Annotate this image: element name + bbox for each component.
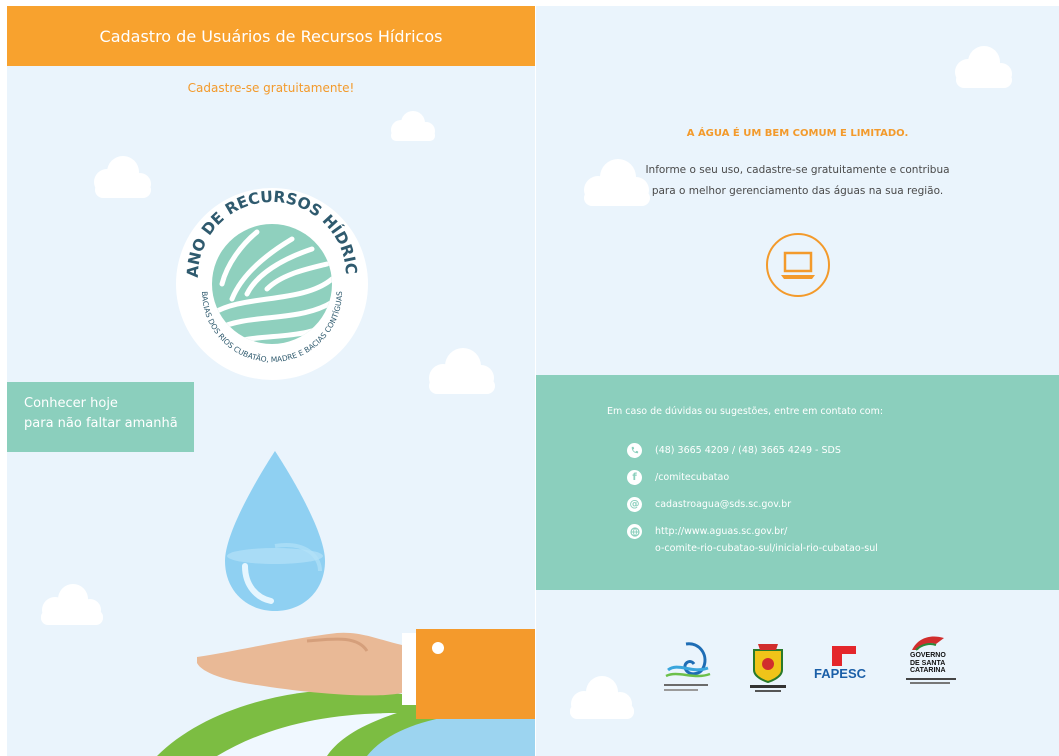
cloud-icon: [429, 348, 495, 394]
contact-email[interactable]: @ cadastroagua@sds.sc.gov.br: [627, 496, 791, 513]
slogan-line: Conhecer hoje: [24, 396, 118, 411]
slogan-line: para não faltar amanhã: [24, 416, 178, 431]
right-title: A ÁGUA É UM BEM COMUM E LIMITADO.: [686, 128, 909, 139]
contact-facebook-text[interactable]: /comitecubatao: [655, 469, 729, 486]
phone-icon: [627, 443, 642, 458]
governo-line: CATARINA: [910, 667, 946, 674]
water-drop-illustration: [225, 451, 325, 611]
right-text-line: Informe o seu uso, cadastre-se gratuitam…: [645, 164, 950, 176]
contact-intro: Em caso de dúvidas ou sugestões, entre e…: [607, 406, 884, 417]
contact-website[interactable]: http://www.aguas.sc.gov.br/ o-comite-rio…: [627, 523, 878, 557]
hand-grass-illustration: [157, 629, 535, 756]
comite-logo: [664, 642, 711, 691]
contact-facebook[interactable]: f /comitecubatao: [627, 469, 729, 486]
contact-website-line[interactable]: http://www.aguas.sc.gov.br/: [655, 523, 878, 540]
contact-email-text[interactable]: cadastroagua@sds.sc.gov.br: [655, 496, 791, 513]
cloud-icon: [955, 46, 1012, 88]
cloud-icon: [94, 156, 151, 198]
contact-website-line[interactable]: o-comite-rio-cubatao-sul/inicial-rio-cub…: [655, 540, 878, 557]
contact-phone: (48) 3665 4209 / (48) 3665 4249 - SDS: [627, 442, 841, 459]
slogan-box: Conhecer hoje para não faltar amanhã: [7, 382, 194, 452]
cloud-icon: [391, 111, 435, 141]
subtitle: Cadastre-se gratuitamente!: [187, 81, 355, 95]
partner-logos: FAPESC GOVERNO DE SANTA CATARINA: [646, 634, 966, 694]
fapesc-logo: FAPESC: [814, 644, 884, 688]
right-text-line: para o melhor gerenciamento das águas na…: [651, 185, 944, 197]
header-title: Cadastro de Usuários de Recursos Hídrico…: [7, 6, 535, 66]
laptop-icon: [766, 233, 830, 297]
fapesc-text: FAPESC: [814, 666, 867, 681]
contact-phone-text: (48) 3665 4209 / (48) 3665 4249 - SDS: [655, 445, 841, 456]
cloud-icon: [570, 676, 634, 719]
contact-section: Em caso de dúvidas ou sugestões, entre e…: [536, 375, 1059, 590]
left-panel: Cadastro de Usuários de Recursos Hídrico…: [7, 6, 535, 756]
university-crest-logo: [750, 644, 786, 692]
facebook-icon: f: [627, 470, 642, 485]
governo-line: DE SANTA: [910, 659, 946, 667]
cloud-icon: [41, 584, 103, 625]
governo-sc-logo: GOVERNO DE SANTA CATARINA: [896, 634, 966, 694]
governo-line: GOVERNO: [910, 652, 946, 659]
at-icon: @: [627, 497, 642, 512]
plano-recursos-hidricos-seal: PLANO DE RECURSOS HÍDRICOS BACIAS DOS RI…: [172, 184, 368, 380]
right-text: Informe o seu uso, cadastre-se gratuitam…: [536, 160, 1059, 202]
right-panel: A ÁGUA É UM BEM COMUM E LIMITADO. Inform…: [536, 6, 1059, 756]
globe-icon: [627, 524, 642, 539]
